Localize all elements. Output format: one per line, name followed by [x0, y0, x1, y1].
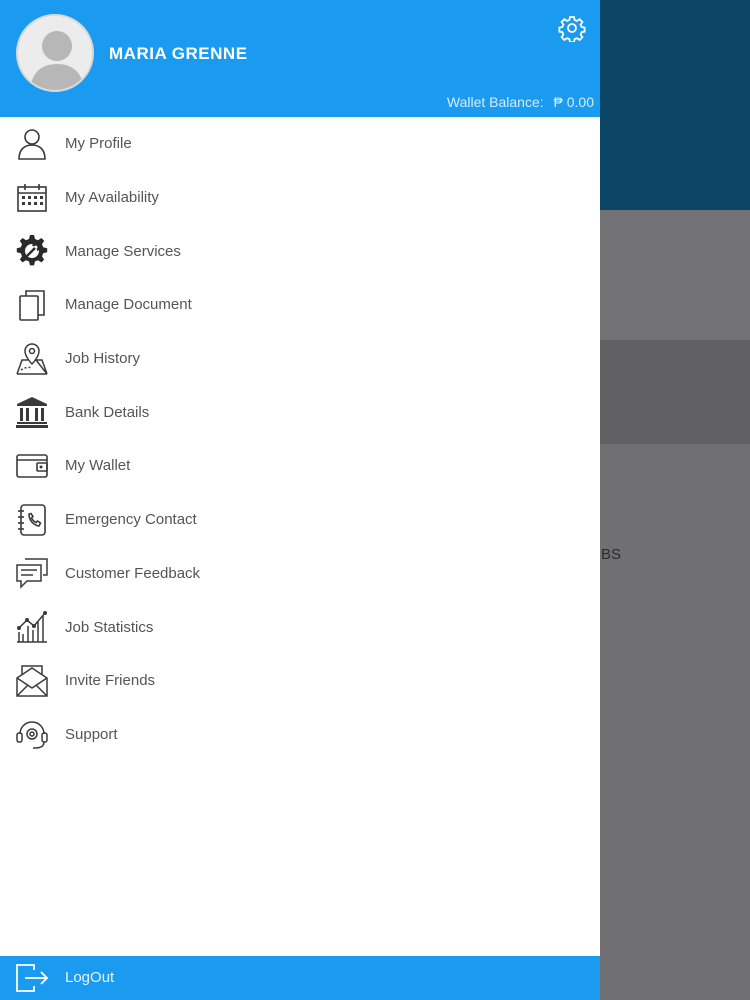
drawer-header: MARIA GRENNE Wallet Balance: ₱ 0.00: [0, 0, 600, 117]
wrench-gear-icon: [14, 233, 50, 269]
menu-item-bank-details[interactable]: Bank Details: [0, 385, 600, 439]
menu-item-label: Invite Friends: [65, 672, 156, 690]
avatar[interactable]: [16, 14, 94, 92]
menu-item-label: Manage Document: [65, 296, 192, 314]
menu-item-label: Job Statistics: [65, 618, 154, 636]
map-pin-icon: [14, 341, 50, 377]
settings-button[interactable]: [558, 14, 586, 44]
chat-bubbles-icon: [14, 555, 50, 591]
background-header: [600, 0, 750, 210]
menu-item-label: Manage Services: [65, 242, 181, 260]
menu-item-manage-document[interactable]: Manage Document: [0, 278, 600, 332]
background-band: [600, 210, 750, 340]
chart-icon: [14, 609, 50, 645]
menu-item-my-availability[interactable]: My Availability: [0, 171, 600, 225]
menu-item-invite-friends[interactable]: Invite Friends: [0, 654, 600, 708]
phone-book-icon: [14, 502, 50, 538]
menu-item-label: Support: [65, 725, 118, 743]
navigation-drawer: MARIA GRENNE Wallet Balance: ₱ 0.00 My P…: [0, 0, 600, 1000]
menu-item-label: Emergency Contact: [65, 511, 197, 529]
menu-item-label: My Profile: [65, 135, 132, 153]
menu-item-my-wallet[interactable]: My Wallet: [0, 439, 600, 493]
user-name: MARIA GRENNE: [109, 44, 248, 63]
wallet-balance: Wallet Balance: ₱ 0.00: [441, 94, 594, 110]
logout-button[interactable]: LogOut: [0, 956, 600, 1000]
headset-icon: [14, 716, 50, 752]
menu-item-label: Customer Feedback: [65, 564, 201, 582]
menu-item-label: My Availability: [65, 189, 159, 207]
calendar-icon: [14, 180, 50, 216]
background-partial-text: BS: [601, 546, 622, 563]
menu-item-my-profile[interactable]: My Profile: [0, 117, 600, 171]
envelope-icon: [14, 663, 50, 699]
wallet-icon: [14, 448, 50, 484]
background-band: [600, 340, 750, 444]
menu-item-job-statistics[interactable]: Job Statistics: [0, 600, 600, 654]
documents-icon: [14, 287, 50, 323]
menu-item-job-history[interactable]: Job History: [0, 332, 600, 386]
user-icon: [14, 126, 50, 162]
drawer-menu: My Profile My Availability Manage Servic…: [0, 117, 600, 761]
bank-icon: [14, 394, 50, 430]
menu-item-support[interactable]: Support: [0, 708, 600, 762]
background-content[interactable]: [600, 444, 750, 1000]
logout-icon: [14, 962, 50, 994]
menu-item-label: Job History: [65, 350, 141, 368]
menu-item-label: Bank Details: [65, 403, 150, 421]
wallet-balance-value: ₱ 0.00: [553, 94, 594, 110]
logout-label: LogOut: [65, 969, 115, 986]
default-user-icon: [30, 31, 84, 90]
menu-item-emergency-contact[interactable]: Emergency Contact: [0, 493, 600, 547]
wallet-balance-label: Wallet Balance:: [446, 94, 544, 110]
menu-item-manage-services[interactable]: Manage Services: [0, 224, 600, 278]
menu-item-customer-feedback[interactable]: Customer Feedback: [0, 547, 600, 601]
menu-item-label: My Wallet: [65, 457, 131, 475]
gear-icon: [558, 16, 586, 44]
